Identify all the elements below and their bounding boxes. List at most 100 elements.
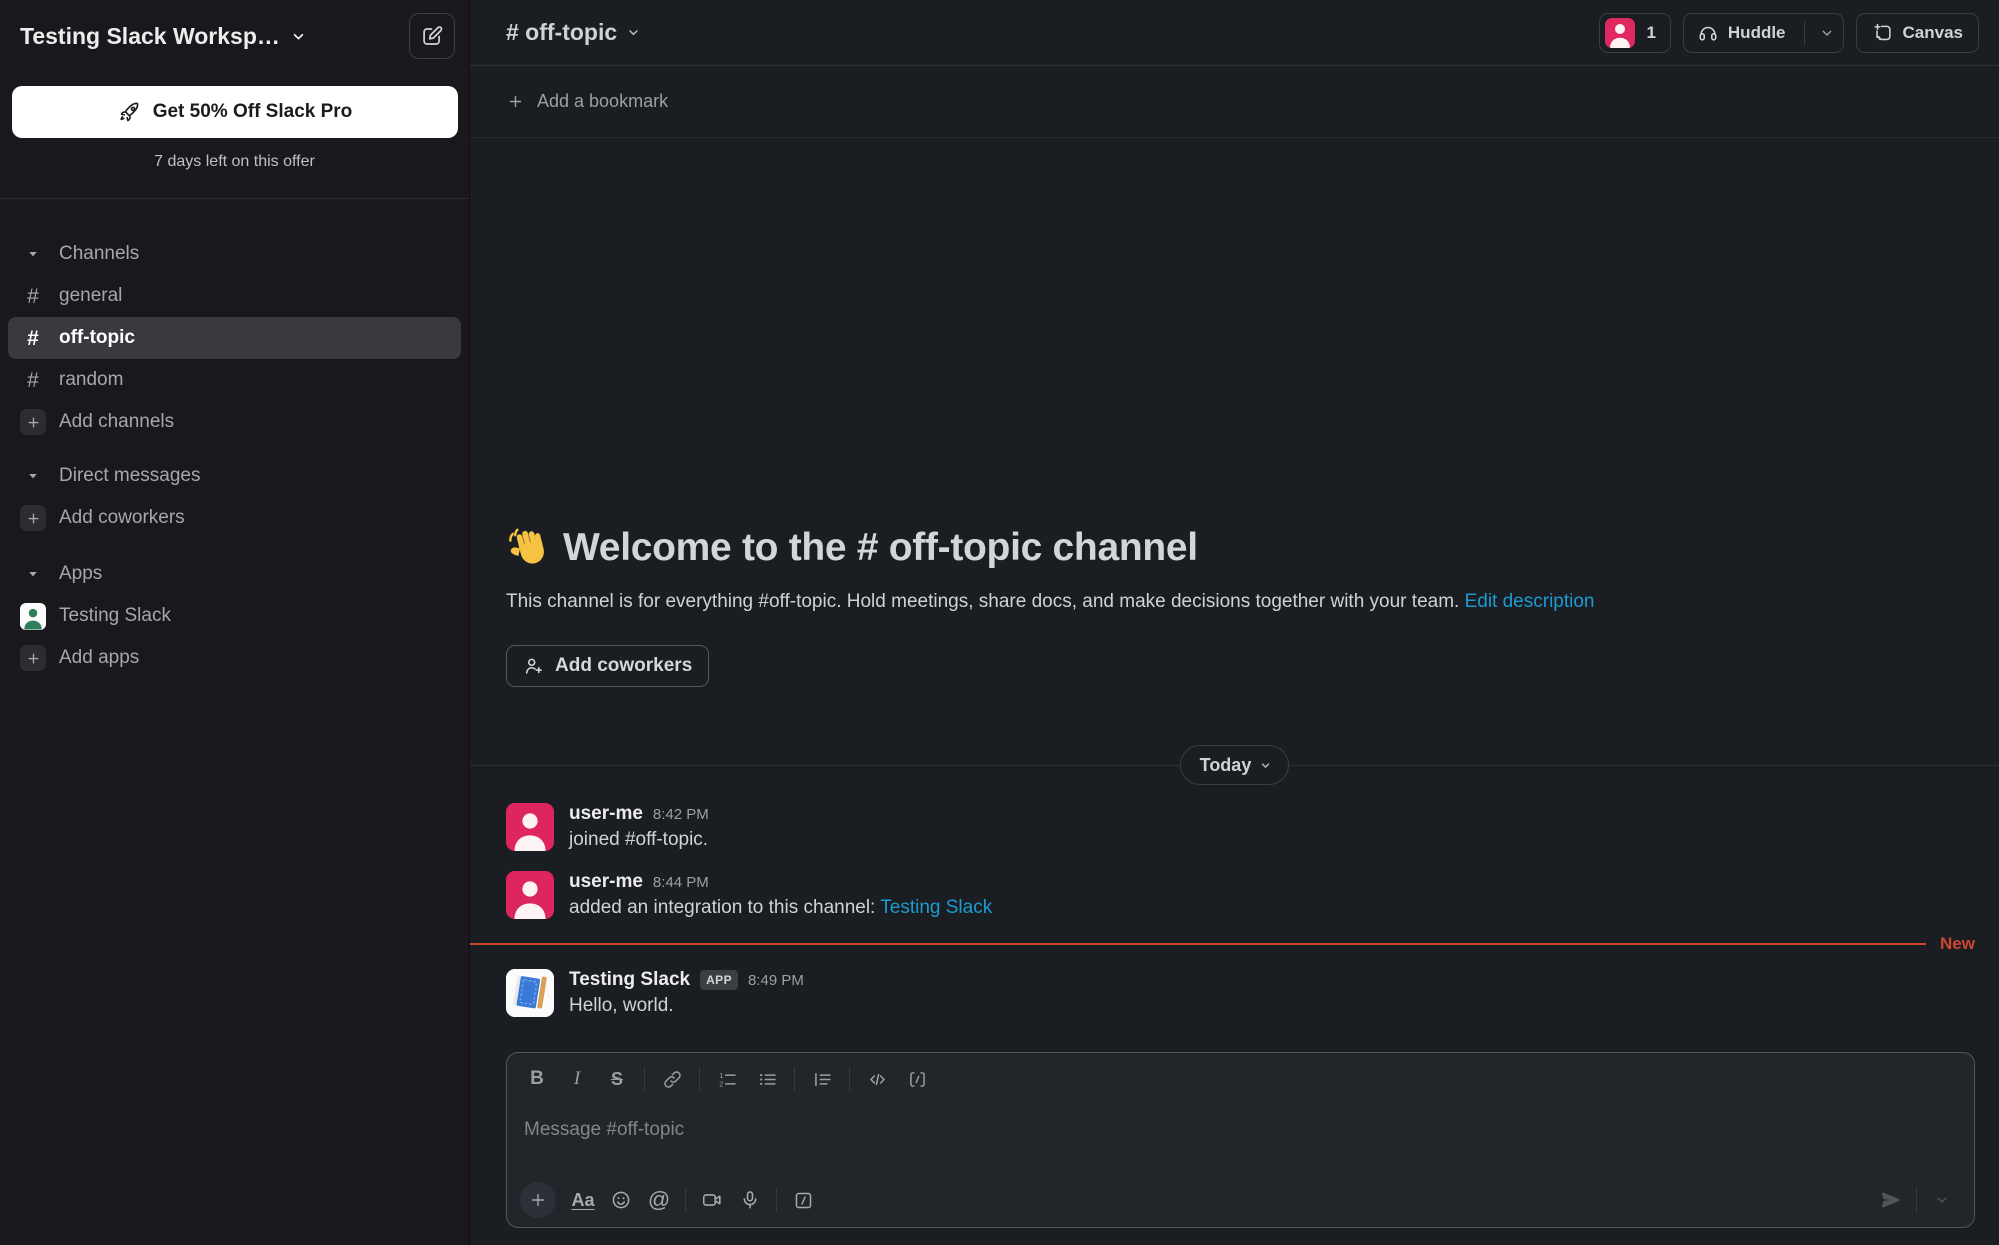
mic-icon [739,1189,761,1211]
workspace-switcher[interactable]: Testing Slack Worksp… [20,23,307,50]
blockquote-button[interactable] [802,1062,842,1096]
shortcuts-button[interactable] [784,1183,822,1217]
apps-section-header[interactable]: Apps [8,553,461,595]
text-format-toggle-button[interactable]: Aa [564,1183,602,1217]
channel-view: # off-topic 1 Huddle [470,0,1999,1245]
person-plus-icon [523,655,545,677]
avatar[interactable] [506,871,554,919]
channel-title-button[interactable]: # off-topic [506,19,641,46]
schedule-send-button[interactable] [1923,1183,1961,1217]
rocket-icon [118,101,141,124]
message-text: added an integration to this channel: Te… [569,897,992,919]
channels-section-label: Channels [59,243,139,265]
app-badge: APP [700,970,738,990]
add-bookmark-label: Add a bookmark [537,91,668,112]
message-author[interactable]: Testing Slack [569,969,690,991]
message-row[interactable]: user-me 8:44 PM added an integration to … [470,861,1999,929]
video-icon [701,1189,723,1211]
emoji-button[interactable] [602,1183,640,1217]
code-block-icon [907,1069,928,1090]
chevron-down-icon [290,28,307,45]
sidebar-item-channel-general[interactable]: # general [8,275,461,317]
app-avatar[interactable] [506,969,554,1017]
channel-label: random [59,369,123,391]
integration-link[interactable]: Testing Slack [880,897,992,918]
add-channels-button[interactable]: Add channels [8,401,461,443]
sidebar-item-channel-random[interactable]: # random [8,359,461,401]
dm-section-header[interactable]: Direct messages [8,455,461,497]
member-count: 1 [1646,23,1655,43]
bold-button[interactable]: B [517,1062,557,1096]
add-coworkers-sidebar-button[interactable]: Add coworkers [8,497,461,539]
sidebar-nav: Channels # general # off-topic # random … [0,233,469,679]
channel-label: off-topic [59,327,135,349]
section-collapse-icon[interactable] [20,561,46,587]
upgrade-pro-button[interactable]: Get 50% Off Slack Pro [12,86,458,138]
attach-button[interactable] [520,1182,556,1218]
canvas-label: Canvas [1903,23,1963,43]
channel-label: general [59,285,122,307]
channel-header: # off-topic 1 Huddle [470,0,1999,66]
date-divider-button[interactable]: Today [1180,745,1290,785]
message-timestamp[interactable]: 8:49 PM [748,972,804,989]
toolbar-divider [776,1188,777,1212]
avatar[interactable] [506,803,554,851]
offer-countdown-text: 7 days left on this offer [0,153,469,171]
message-author[interactable]: user-me [569,871,643,893]
toolbar-divider [685,1188,686,1212]
channels-section-header[interactable]: Channels [8,233,461,275]
huddle-button[interactable]: Huddle [1683,13,1844,53]
huddle-label: Huddle [1728,23,1786,43]
add-coworkers-button-label: Add coworkers [555,655,692,677]
send-button[interactable] [1872,1183,1910,1217]
audio-clip-button[interactable] [731,1183,769,1217]
chevron-down-icon [626,25,641,40]
composer-actions: Aa @ [507,1173,1974,1227]
mention-button[interactable]: @ [640,1183,678,1217]
add-bookmark-button[interactable]: Add a bookmark [470,66,1999,138]
edit-description-link[interactable]: Edit description [1465,591,1595,612]
blockquote-icon [812,1069,833,1090]
message-timestamp[interactable]: 8:44 PM [653,874,709,891]
add-coworkers-button[interactable]: Add coworkers [506,645,709,687]
code-block-button[interactable] [897,1062,937,1096]
channel-members-button[interactable]: 1 [1599,13,1670,53]
sidebar-item-app-testing-slack[interactable]: Testing Slack [8,595,461,637]
section-gap [0,443,469,455]
section-collapse-icon[interactable] [20,463,46,489]
message-input[interactable] [524,1119,1957,1141]
message-row[interactable]: Testing Slack APP 8:49 PM Hello, world. [470,959,1999,1027]
italic-button[interactable]: I [557,1062,597,1096]
dm-section-label: Direct messages [59,465,201,487]
code-button[interactable] [857,1062,897,1096]
message-row[interactable]: user-me 8:42 PM joined #off-topic. [470,793,1999,861]
sidebar-item-channel-off-topic[interactable]: # off-topic [8,317,461,359]
message-list: user-me 8:42 PM joined #off-topic. user-… [470,793,1999,1027]
message-author[interactable]: user-me [569,803,643,825]
add-apps-button[interactable]: Add apps [8,637,461,679]
channel-header-actions: 1 Huddle Canvas [1599,13,1979,53]
section-collapse-icon[interactable] [20,241,46,267]
add-coworkers-label: Add coworkers [59,507,185,529]
plus-icon [20,645,46,671]
channel-title: # off-topic [506,19,617,46]
strikethrough-button[interactable]: S [597,1062,637,1096]
plus-icon [529,1191,547,1209]
app-avatar [20,603,46,630]
link-button[interactable] [652,1062,692,1096]
message-pane: Welcome to the # off-topic channel This … [470,138,1999,1245]
ordered-list-button[interactable]: 12 [707,1062,747,1096]
message-text: Hello, world. [569,995,804,1017]
huddle-options-chevron[interactable] [1819,25,1835,41]
formatting-toolbar: B I S 12 [507,1053,1974,1105]
unread-divider: New [470,934,1999,954]
message-timestamp[interactable]: 8:42 PM [653,806,709,823]
channel-welcome-block: Welcome to the # off-topic channel This … [506,526,1939,687]
video-clip-button[interactable] [693,1183,731,1217]
canvas-button[interactable]: Canvas [1856,13,1979,53]
welcome-heading: Welcome to the # off-topic channel [506,526,1939,570]
workspace-sidebar: Testing Slack Worksp… Get 50% Off Slack … [0,0,470,1245]
message-text: joined #off-topic. [569,829,709,851]
bullet-list-button[interactable] [747,1062,787,1096]
new-message-button[interactable] [409,13,455,59]
